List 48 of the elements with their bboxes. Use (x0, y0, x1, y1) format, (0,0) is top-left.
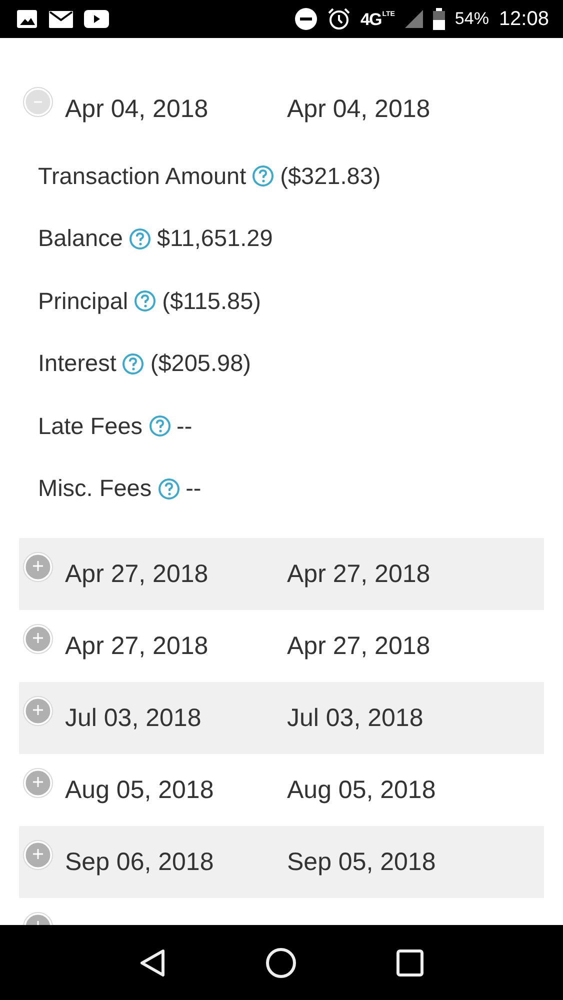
help-icon[interactable] (158, 478, 180, 500)
help-icon[interactable] (148, 415, 171, 438)
alarm-icon (326, 7, 351, 31)
detail-label: Transaction Amount (38, 162, 246, 190)
expand-button[interactable] (23, 840, 53, 870)
battery-icon (432, 8, 445, 30)
detail-value: -- (176, 412, 192, 440)
recents-icon[interactable] (396, 948, 424, 976)
home-icon[interactable] (265, 946, 298, 978)
detail-value: ($205.98) (150, 350, 251, 378)
detail-value: -- (186, 475, 202, 502)
battery-level: 54% (454, 9, 489, 29)
posted-date: Jul 03, 2018 (287, 704, 424, 733)
detail-value: $11,651.29 (156, 225, 273, 252)
expand-button[interactable] (23, 768, 53, 798)
transaction-date: Jul 03, 2018 (65, 704, 202, 733)
detail-label: Interest (38, 350, 116, 378)
posted-date: Apr 27, 2018 (287, 632, 430, 661)
help-icon[interactable] (134, 290, 156, 312)
mail-icon (48, 10, 74, 28)
detail-label: Late Fees (38, 412, 143, 440)
posted-date: Sep 05, 2018 (287, 848, 436, 877)
expand-button[interactable] (23, 696, 53, 726)
clock: 12:08 (498, 8, 549, 30)
help-icon[interactable] (122, 352, 144, 375)
expand-button[interactable] (23, 552, 53, 582)
signal-icon (404, 10, 423, 28)
posted-date: Apr 27, 2018 (287, 560, 430, 589)
transaction-date: Apr 04, 2018 (65, 95, 210, 124)
image-icon (16, 9, 38, 29)
detail-value: ($321.83) (280, 162, 381, 190)
detail-label: Misc. Fees (38, 475, 152, 502)
posted-date: Aug 05, 2018 (287, 776, 436, 805)
transaction-date: Apr 27, 2018 (65, 560, 210, 589)
expand-button[interactable] (23, 624, 53, 654)
help-icon[interactable] (128, 228, 151, 250)
collapse-button[interactable] (23, 87, 53, 117)
play-icon (84, 10, 109, 28)
detail-label: Balance (38, 225, 123, 252)
back-icon[interactable] (139, 948, 168, 978)
transaction-date: Sep 06, 2018 (65, 848, 215, 877)
transaction-date: Aug 05, 2018 (65, 776, 215, 805)
posted-date: Apr 04, 2018 (287, 95, 430, 124)
transaction-date: Apr 27, 2018 (65, 632, 210, 661)
do-not-disturb-icon (294, 8, 317, 30)
detail-label: Principal (38, 288, 128, 315)
detail-value: ($115.85) (162, 288, 261, 315)
help-icon[interactable] (252, 165, 274, 188)
